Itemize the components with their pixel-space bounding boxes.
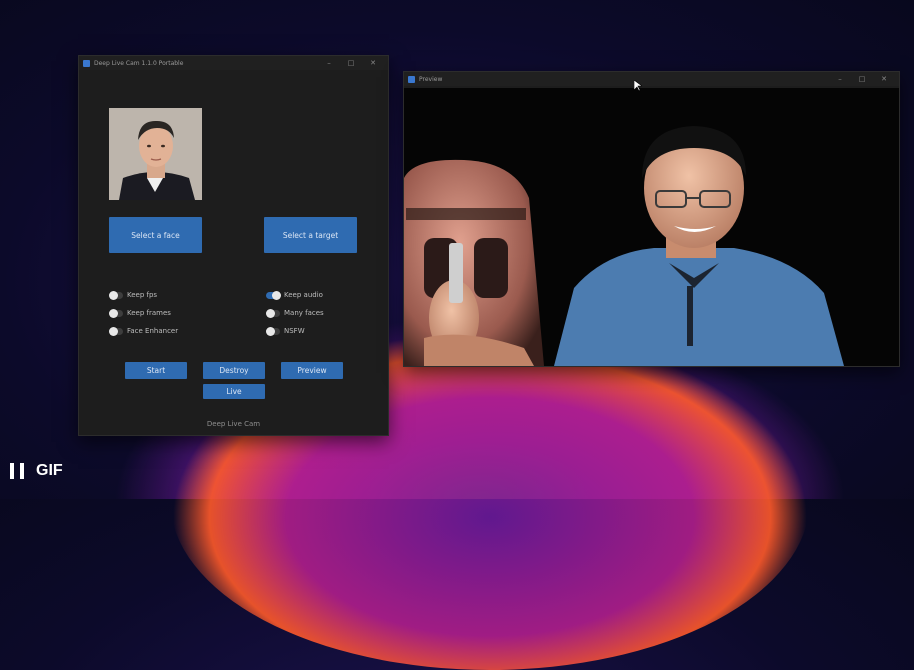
nsfw-label: NSFW [284, 327, 305, 335]
source-face-image [109, 108, 202, 200]
face-enhancer-label: Face Enhancer [127, 327, 179, 335]
gif-label: GIF [36, 462, 63, 479]
face-enhancer-toggle[interactable]: Face Enhancer [109, 326, 179, 336]
select-face-button[interactable]: Select a face [109, 217, 202, 253]
keep-fps-label: Keep fps [127, 291, 158, 299]
deep-live-cam-window: Deep Live Cam 1.1.0 Portable – □ ✕ Selec… [78, 55, 389, 436]
webcam-preview-image [404, 88, 899, 366]
footer-label: Deep Live Cam [206, 420, 261, 428]
minimize-icon[interactable]: – [829, 75, 851, 83]
main-titlebar: Deep Live Cam 1.1.0 Portable – □ ✕ [79, 56, 388, 70]
keep-audio-toggle[interactable]: Keep audio [266, 290, 323, 300]
destroy-button[interactable]: Destroy [203, 362, 265, 379]
window-title: Deep Live Cam 1.1.0 Portable [94, 59, 184, 67]
close-icon[interactable]: ✕ [362, 59, 384, 67]
close-icon[interactable]: ✕ [873, 75, 895, 83]
start-button[interactable]: Start [125, 362, 187, 379]
keep-fps-toggle[interactable]: Keep fps [109, 290, 158, 300]
switch-track[interactable] [109, 290, 123, 300]
pause-icon[interactable] [10, 463, 24, 479]
keep-audio-label: Keep audio [284, 291, 323, 299]
select-target-button[interactable]: Select a target [264, 217, 357, 253]
preview-window: Preview – □ ✕ [403, 71, 900, 367]
preview-button[interactable]: Preview [281, 362, 343, 379]
switch-track[interactable] [266, 290, 281, 300]
live-button[interactable]: Live [203, 384, 265, 399]
keep-frames-toggle[interactable]: Keep frames [109, 308, 171, 318]
nsfw-toggle[interactable]: NSFW [266, 326, 305, 336]
app-icon [408, 75, 415, 83]
app-icon [83, 59, 90, 67]
preview-title: Preview [419, 75, 443, 83]
many-faces-toggle[interactable]: Many faces [266, 308, 324, 318]
keep-frames-label: Keep frames [127, 309, 171, 317]
switch-track[interactable] [109, 308, 123, 318]
mouse-cursor-icon [634, 80, 642, 92]
preview-titlebar: Preview – □ ✕ [404, 72, 899, 86]
minimize-icon[interactable]: – [318, 59, 340, 67]
switch-track[interactable] [266, 326, 280, 336]
many-faces-label: Many faces [284, 309, 324, 317]
maximize-icon[interactable]: □ [851, 75, 873, 83]
switch-track[interactable] [266, 308, 280, 318]
switch-track[interactable] [109, 326, 123, 336]
maximize-icon[interactable]: □ [340, 59, 362, 67]
gif-overlay: GIF [10, 459, 63, 483]
